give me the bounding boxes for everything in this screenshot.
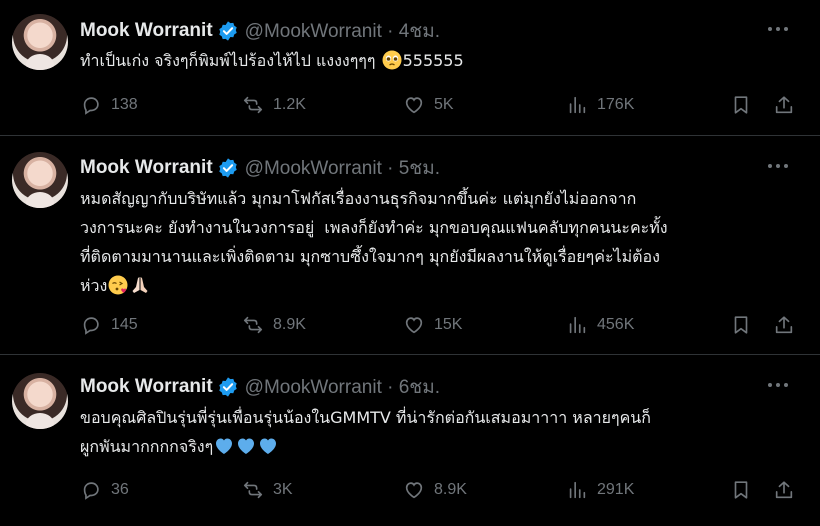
display-name[interactable]: Mook Worranit <box>80 376 213 398</box>
repost-count: 1.2K <box>273 96 306 113</box>
bookmark-icon <box>734 96 748 114</box>
like-button[interactable]: 15K <box>403 313 462 337</box>
timeline: Mook Worranit @MookWorranit · 4ชม. ทำเป็… <box>0 0 820 526</box>
share-icon <box>775 316 793 334</box>
folded-hands-icon <box>132 277 148 293</box>
reply-button[interactable]: 138 <box>80 93 138 117</box>
heart-icon <box>405 482 423 499</box>
tweet[interactable]: Mook Worranit @MookWorranit · 4ชม. ทำเป็… <box>0 0 820 136</box>
bookmark-button[interactable] <box>730 313 752 337</box>
face-blowing-kiss-icon <box>108 275 128 295</box>
bookmark-button[interactable] <box>730 93 752 117</box>
share-icon <box>775 96 793 114</box>
view-count: 291K <box>597 481 635 498</box>
tweet-header: Mook Worranit @MookWorranit · 6ชม. <box>80 375 440 399</box>
like-button[interactable]: 8.9K <box>403 478 467 502</box>
tweet-header: Mook Worranit @MookWorranit · 4ชม. <box>80 19 440 43</box>
tweet-text: ทำเป็นเก่ง จริงๆก็พิมพ์ไปร้องไห้ไป แงงงๆ… <box>80 46 795 75</box>
reply-count: 138 <box>111 96 138 113</box>
reply-icon <box>83 97 99 115</box>
repost-icon <box>243 316 263 334</box>
reply-count: 145 <box>111 316 138 333</box>
more-options-icon[interactable] <box>766 158 790 174</box>
tweet-body: หมดสัญญากับบริษัทแล้ว มุกมาโฟกัสเรื่องงา… <box>80 189 668 295</box>
heart-icon <box>405 97 423 114</box>
action-bar: 145 8.9K 15K 456K <box>80 313 800 337</box>
like-button[interactable]: 5K <box>403 93 454 117</box>
view-count: 176K <box>597 96 635 113</box>
reply-button[interactable]: 145 <box>80 313 138 337</box>
views-button[interactable]: 456K <box>566 313 634 337</box>
share-button[interactable] <box>773 93 795 117</box>
share-button[interactable] <box>773 313 795 337</box>
bookmark-icon <box>734 316 748 334</box>
heart-icon <box>405 317 423 334</box>
repost-icon <box>243 481 263 499</box>
more-options-icon[interactable] <box>766 377 790 393</box>
reply-count: 36 <box>111 481 129 498</box>
tweet[interactable]: Mook Worranit @MookWorranit · 6ชม. ขอบคุ… <box>0 356 820 526</box>
reply-icon <box>83 317 99 335</box>
like-count: 8.9K <box>434 481 467 498</box>
handle-and-time[interactable]: @MookWorranit · 4ชม. <box>245 16 440 46</box>
tweet-header: Mook Worranit @MookWorranit · 5ชม. <box>80 156 440 180</box>
verified-badge-icon <box>218 158 237 178</box>
share-icon <box>775 481 793 499</box>
analytics-icon <box>569 96 586 114</box>
tweet-text: หมดสัญญากับบริษัทแล้ว มุกมาโฟกัสเรื่องงา… <box>80 184 795 300</box>
avatar[interactable] <box>12 373 68 429</box>
repost-button[interactable]: 3K <box>242 478 293 502</box>
handle-and-time[interactable]: @MookWorranit · 5ชม. <box>245 153 440 183</box>
like-count: 5K <box>434 96 454 113</box>
view-count: 456K <box>597 316 635 333</box>
analytics-icon <box>569 481 586 499</box>
tweet[interactable]: Mook Worranit @MookWorranit · 5ชม. หมดสั… <box>0 137 820 355</box>
verified-badge-icon <box>218 377 237 397</box>
like-count: 15K <box>434 316 463 333</box>
blue-heart-icon <box>260 438 277 454</box>
avatar[interactable] <box>12 152 68 208</box>
share-button[interactable] <box>773 478 795 502</box>
display-name[interactable]: Mook Worranit <box>80 20 213 42</box>
reply-icon <box>83 482 99 500</box>
tweet-body-suffix: 555555 <box>402 51 464 70</box>
reply-button[interactable]: 36 <box>80 478 129 502</box>
action-bar: 138 1.2K 5K 176K <box>80 93 800 117</box>
pleading-face-icon <box>382 50 402 70</box>
views-button[interactable]: 176K <box>566 93 634 117</box>
bookmark-button[interactable] <box>730 478 752 502</box>
views-button[interactable]: 291K <box>566 478 634 502</box>
handle-and-time[interactable]: @MookWorranit · 6ชม. <box>245 372 440 402</box>
bookmark-icon <box>734 481 748 499</box>
blue-heart-icon <box>216 438 233 454</box>
verified-badge-icon <box>218 21 237 41</box>
blue-heart-icon <box>238 438 255 454</box>
repost-count: 3K <box>273 481 293 498</box>
tweet-body: ขอบคุณศิลปินรุ่นพี่รุ่นเพื่อนรุ่นน้องในG… <box>80 408 651 456</box>
repost-button[interactable]: 1.2K <box>242 93 306 117</box>
tweet-body: ทำเป็นเก่ง จริงๆก็พิมพ์ไปร้องไห้ไป แงงงๆ… <box>80 51 381 70</box>
analytics-icon <box>569 316 586 334</box>
repost-button[interactable]: 8.9K <box>242 313 306 337</box>
action-bar: 36 3K 8.9K 291K <box>80 478 800 502</box>
avatar[interactable] <box>12 14 68 70</box>
repost-icon <box>243 96 263 114</box>
tweet-text: ขอบคุณศิลปินรุ่นพี่รุ่นเพื่อนรุ่นน้องในG… <box>80 403 795 461</box>
more-options-icon[interactable] <box>766 21 790 37</box>
repost-count: 8.9K <box>273 316 306 333</box>
display-name[interactable]: Mook Worranit <box>80 157 213 179</box>
